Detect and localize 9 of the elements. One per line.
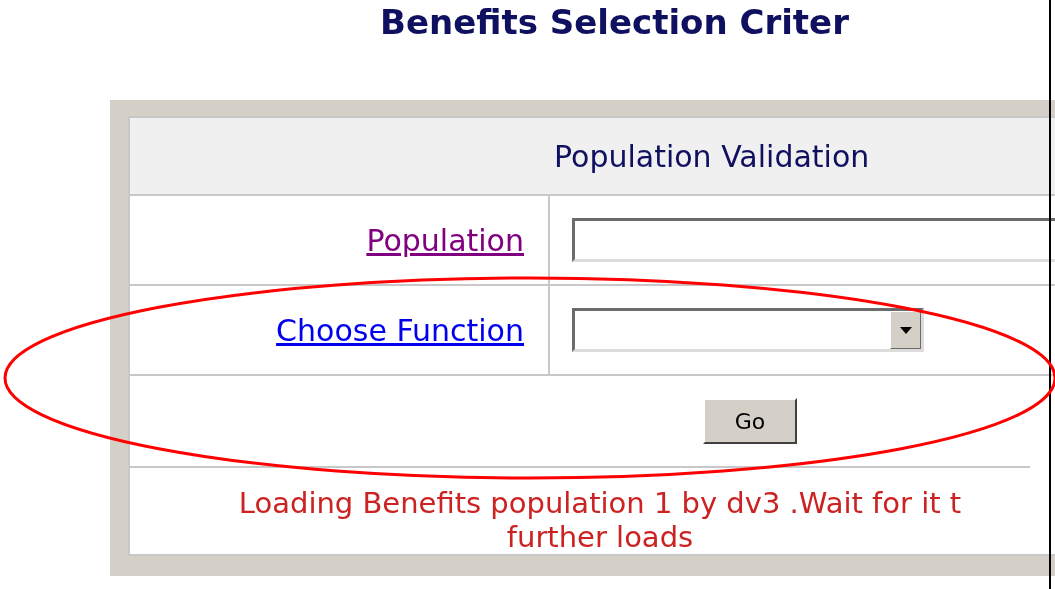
status-message: further loads	[506, 520, 694, 554]
status-message: Loading Benefits population 1 by dv3 .Wait for it t	[238, 486, 962, 520]
go-button[interactable]: Go	[703, 398, 797, 444]
function-dropdown[interactable]	[572, 308, 924, 352]
form-title: Population Validation	[554, 137, 870, 176]
field-label-link[interactable]: Population	[366, 217, 524, 263]
field-label-link[interactable]: Choose Function	[276, 307, 524, 353]
population-input[interactable]	[572, 218, 1055, 262]
page-title: Benefits Selection Criter	[380, 2, 849, 42]
